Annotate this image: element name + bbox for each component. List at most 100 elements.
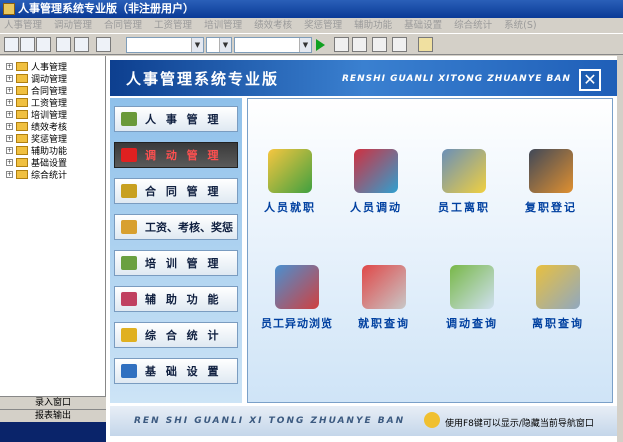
nav-hetong-button[interactable]: 合 同 管 理 — [114, 178, 238, 204]
contract-icon — [121, 184, 137, 198]
feature-lizhi[interactable]: 员工离职 — [426, 149, 502, 215]
menu-item-peixun[interactable]: 培训管理 — [204, 18, 242, 33]
feature-lizhi-chaxun[interactable]: 离职查询 — [520, 265, 596, 331]
toolbar-btn-4[interactable] — [56, 37, 71, 52]
pencil-icon[interactable] — [418, 37, 433, 52]
filter-user-icon[interactable] — [352, 37, 367, 52]
nav-column: 人 事 管 理 调 动 管 理 合 同 管 理 工资、考核、奖惩 培 训 管 理… — [110, 98, 242, 403]
folder-icon — [16, 61, 28, 71]
combo-3[interactable]: ▼ — [234, 37, 312, 53]
tree-label: 综合统计 — [31, 170, 68, 181]
tree-item-peixun[interactable]: + 培训管理 — [6, 108, 67, 121]
tree-item-jichu[interactable]: + 基础设置 — [6, 156, 67, 169]
feature-label: 就职查询 — [358, 317, 410, 330]
tree-item-jiangcheng[interactable]: + 奖惩管理 — [6, 132, 67, 145]
feature-ruzhi-chaxun[interactable]: 就职查询 — [346, 265, 422, 331]
tree-item-fuzhu[interactable]: + 辅助功能 — [6, 144, 67, 157]
nav-peixun-button[interactable]: 培 训 管 理 — [114, 250, 238, 276]
feature-label: 人员就职 — [264, 201, 316, 214]
folder-icon — [16, 121, 28, 131]
book-icon — [121, 292, 137, 306]
folder-icon — [16, 169, 28, 179]
tree-item-gongzi[interactable]: + 工资管理 — [6, 96, 67, 109]
nav-gongzi-button[interactable]: 工资、考核、奖惩 — [114, 214, 238, 240]
main-panel: 人事管理系统专业版 RENSHI GUANLI XITONG ZHUANYE B… — [106, 56, 617, 442]
toolbar-btn-6[interactable] — [96, 37, 111, 52]
feature-label: 员工离职 — [438, 201, 490, 214]
nav-renshi-button[interactable]: 人 事 管 理 — [114, 106, 238, 132]
user-hint-icon — [424, 412, 440, 428]
search-user-icon[interactable] — [334, 37, 349, 52]
expand-icon: + — [6, 98, 13, 106]
search-folder-icon — [536, 265, 580, 309]
combo-2[interactable]: ▼ — [206, 37, 232, 53]
feature-yidong-liulan[interactable]: 员工异动浏览 — [252, 265, 342, 331]
tree-item-diaodong[interactable]: + 调动管理 — [6, 72, 67, 85]
folder-icon — [16, 85, 28, 95]
toolbar-btn-1[interactable] — [4, 37, 19, 52]
folder-icon — [16, 97, 28, 107]
footer-text: REN SHI GUANLI XI TONG ZHUANYE BAN — [134, 416, 406, 426]
tree-item-hetong[interactable]: + 合同管理 — [6, 84, 67, 97]
expand-icon: + — [6, 146, 13, 154]
star-icon — [121, 328, 137, 342]
menu-item-renshi[interactable]: 人事管理 — [4, 18, 42, 33]
nav-fuzhu-button[interactable]: 辅 助 功 能 — [114, 286, 238, 312]
feature-diaodong[interactable]: 人员调动 — [338, 149, 414, 215]
print-preview-icon[interactable] — [372, 37, 387, 52]
nav-label: 综 合 统 计 — [145, 329, 222, 342]
feature-fuzhi[interactable]: 复职登记 — [513, 149, 589, 215]
nav-label: 工资、考核、奖惩 — [145, 221, 233, 234]
feature-label: 复职登记 — [525, 201, 577, 214]
toolbar-btn-2[interactable] — [20, 37, 35, 52]
chevron-down-icon: ▼ — [219, 38, 231, 52]
tree-item-zonghe[interactable]: + 综合统计 — [6, 168, 68, 181]
play-icon[interactable] — [316, 39, 325, 51]
monitor-icon — [121, 148, 137, 162]
menu-item-gongzi[interactable]: 工资管理 — [154, 18, 192, 33]
nav-label: 培 训 管 理 — [145, 257, 222, 270]
people-add-icon — [268, 149, 312, 193]
menu-item-zonghe[interactable]: 综合统计 — [454, 18, 492, 33]
nav-diaodong-button[interactable]: 调 动 管 理 — [114, 142, 238, 168]
window-title: 人事管理系统专业版（非注册用户） — [18, 2, 194, 15]
folder-icon — [16, 157, 28, 167]
expand-icon: + — [6, 170, 13, 178]
nav-zonghe-button[interactable]: 综 合 统 计 — [114, 322, 238, 348]
feature-ruzhi[interactable]: 人员就职 — [252, 149, 328, 215]
expand-icon: + — [6, 158, 13, 166]
menu-item-diaodong[interactable]: 调动管理 — [54, 18, 92, 33]
menu-item-jichu[interactable]: 基础设置 — [404, 18, 442, 33]
folder-exit-icon — [442, 149, 486, 193]
expand-icon: + — [6, 110, 13, 118]
expand-icon: + — [6, 122, 13, 130]
folder-icon — [16, 109, 28, 119]
combo-1[interactable]: ▼ — [126, 37, 204, 53]
menu-item-fuzhu[interactable]: 辅助功能 — [354, 18, 392, 33]
tree-item-renshi[interactable]: + 人事管理 — [6, 60, 67, 73]
nav-label: 人 事 管 理 — [145, 113, 222, 126]
banner: 人事管理系统专业版 RENSHI GUANLI XITONG ZHUANYE B… — [110, 60, 617, 96]
menu-bar: 人事管理 调动管理 合同管理 工资管理 培训管理 绩效考核 奖惩管理 辅助功能 … — [0, 18, 623, 34]
menu-item-jiangcheng[interactable]: 奖惩管理 — [304, 18, 342, 33]
nav-jichu-button[interactable]: 基 础 设 置 — [114, 358, 238, 384]
entry-window-tab[interactable]: 录入窗口 — [0, 396, 106, 409]
app-icon — [3, 3, 15, 15]
expand-icon: + — [6, 62, 13, 70]
register-book-icon — [529, 149, 573, 193]
chevron-down-icon: ▼ — [299, 38, 311, 52]
feature-diaodong-chaxun[interactable]: 调动查询 — [434, 265, 510, 331]
menu-item-system[interactable]: 系统(S) — [504, 18, 536, 33]
banner-title: 人事管理系统专业版 — [126, 70, 280, 88]
close-icon[interactable]: ✕ — [579, 69, 601, 91]
tree-item-jixiao[interactable]: + 绩效考核 — [6, 120, 67, 133]
banner-subtitle: RENSHI GUANLI XITONG ZHUANYE BAN — [342, 74, 571, 84]
toolbar: ▼ ▼ ▼ — [0, 35, 623, 55]
expand-icon: + — [6, 74, 13, 82]
refresh-icon[interactable] — [392, 37, 407, 52]
menu-item-hetong[interactable]: 合同管理 — [104, 18, 142, 33]
menu-item-jixiao[interactable]: 绩效考核 — [254, 18, 292, 33]
toolbar-btn-3[interactable] — [36, 37, 51, 52]
report-output-tab[interactable]: 报表输出 — [0, 409, 106, 422]
toolbar-btn-5[interactable] — [74, 37, 89, 52]
